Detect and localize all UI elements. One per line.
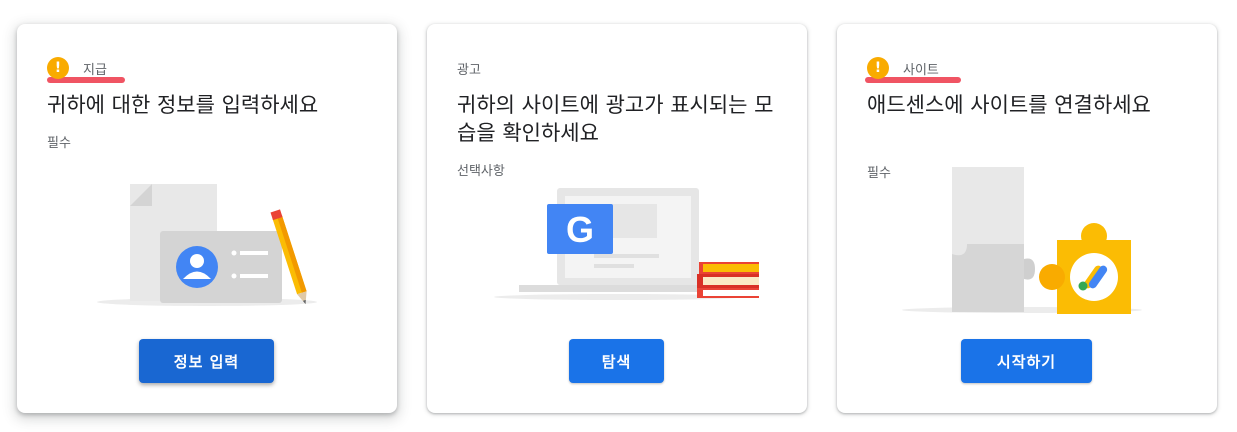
google-g-icon: G — [566, 209, 594, 250]
card-label-row: ! 지급 — [47, 57, 107, 79]
card-label: 광고 — [457, 62, 481, 78]
warning-icon: ! — [867, 57, 889, 79]
payment-card: ! 지급 귀하에 대한 정보를 입력하세요 필수 정보 입력 — [17, 24, 397, 413]
card-label: 지급 — [83, 62, 107, 78]
card-status: 필수 — [867, 166, 891, 181]
ads-card: 광고 귀하의 사이트에 광고가 표시되는 모습을 확인하세요 선택사항 G 탐색 — [427, 24, 807, 413]
card-title: 애드센스에 사이트를 연결하세요 — [867, 93, 1151, 117]
site-card: ! 사이트 애드센스에 사이트를 연결하세요 필수 시작하기 — [837, 24, 1217, 413]
card-label: 사이트 — [903, 62, 939, 78]
card-title: 귀하의 사이트에 광고가 표시되는 모습을 확인하세요 — [457, 93, 774, 145]
puzzle-adsense-illustration — [902, 167, 1142, 314]
get-started-button[interactable]: 시작하기 — [961, 339, 1092, 383]
laptop-books-illustration: G — [494, 188, 759, 300]
warning-icon: ! — [47, 57, 69, 79]
enter-info-button[interactable]: 정보 입력 — [139, 339, 274, 383]
card-status: 필수 — [47, 136, 71, 151]
profile-document-illustration — [97, 184, 317, 306]
card-label-row: ! 사이트 — [867, 57, 939, 79]
card-status: 선택사항 — [457, 164, 505, 179]
card-title: 귀하에 대한 정보를 입력하세요 — [47, 93, 319, 117]
explore-button[interactable]: 탐색 — [569, 339, 664, 383]
card-label-row: 광고 — [457, 57, 481, 79]
